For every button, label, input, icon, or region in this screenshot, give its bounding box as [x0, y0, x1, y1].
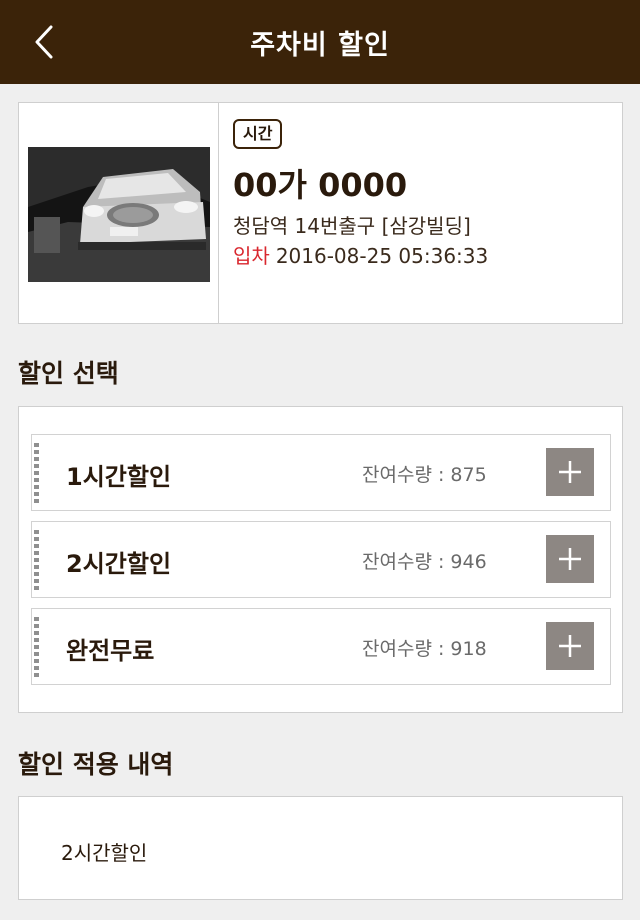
coupon-perforation [34, 617, 39, 677]
entry-time: 2016-08-25 05:36:33 [275, 244, 489, 268]
license-plate: 00가 0000 [233, 166, 408, 204]
discount-history-title: 할인 적용 내역 [18, 750, 174, 779]
discount-item-2h: 2시간할인 잔여수량 : 946 [31, 521, 611, 598]
discount-list: 1시간할인 잔여수량 : 875 2시간할인 잔여수량 : 946 완전무료 잔… [18, 406, 623, 713]
parking-type-badge: 시간 [233, 119, 283, 149]
remaining-quantity: 잔여수량 : 875 [362, 464, 487, 486]
plus-icon [559, 635, 581, 657]
entry-label: 입차 [233, 244, 270, 268]
remaining-quantity: 잔여수량 : 918 [362, 638, 487, 660]
car-info-card: 시간 00가 0000 청담역 14번출구 [삼강빌딩] 입차 2016-08-2… [18, 102, 623, 324]
car-info: 시간 00가 0000 청담역 14번출구 [삼강빌딩] 입차 2016-08-2… [233, 119, 612, 269]
discount-name: 1시간할인 [66, 463, 172, 491]
car-photo-cell [19, 103, 219, 323]
chevron-left-icon [35, 25, 53, 59]
page-title: 주차비 할인 [250, 29, 390, 61]
discount-name: 완전무료 [66, 637, 155, 665]
plus-icon [559, 461, 581, 483]
discount-history-list: 2시간할인 [18, 796, 623, 900]
app-header: 주차비 할인 [0, 0, 640, 84]
parking-location: 청담역 14번출구 [삼강빌딩] [233, 214, 471, 238]
discount-item-free: 완전무료 잔여수량 : 918 [31, 608, 611, 685]
add-discount-button[interactable] [546, 622, 594, 670]
discount-name: 2시간할인 [66, 550, 172, 578]
back-button[interactable] [22, 20, 66, 64]
plus-icon [559, 548, 581, 570]
remaining-quantity: 잔여수량 : 946 [362, 551, 487, 573]
add-discount-button[interactable] [546, 535, 594, 583]
entry-time-row: 입차 2016-08-25 05:36:33 [233, 243, 612, 269]
history-item: 2시간할인 [61, 841, 148, 865]
coupon-perforation [34, 443, 39, 503]
discount-item-1h: 1시간할인 잔여수량 : 875 [31, 434, 611, 511]
add-discount-button[interactable] [546, 448, 594, 496]
car-photo [28, 147, 210, 282]
discount-select-title: 할인 선택 [18, 359, 119, 388]
coupon-perforation [34, 530, 39, 590]
